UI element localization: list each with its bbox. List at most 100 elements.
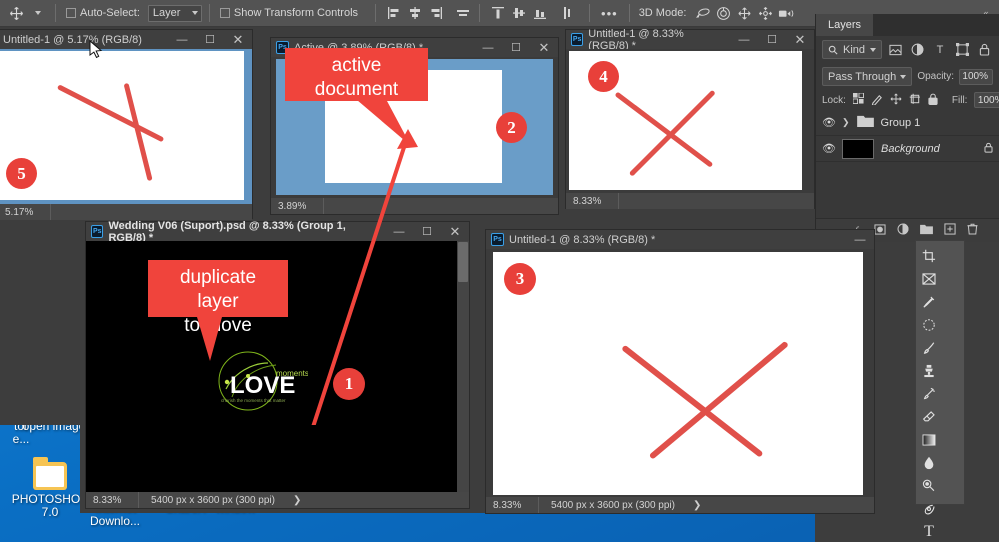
dodge-tool-icon[interactable] (917, 474, 941, 497)
crop-tool-icon[interactable] (917, 244, 941, 267)
align-bottom-edges-icon[interactable] (529, 3, 550, 24)
fill-input[interactable]: 100% (974, 92, 999, 108)
more-options-icon[interactable]: ••• (597, 6, 622, 21)
lock-all-icon[interactable] (928, 93, 938, 108)
roll-3d-icon[interactable] (713, 3, 734, 24)
lock-transparent-pixels-icon[interactable] (852, 92, 864, 107)
tool-preset-chevron-icon[interactable] (27, 3, 48, 24)
minimize-button[interactable]: — (730, 30, 758, 49)
annotation-stroke (621, 344, 764, 458)
document-window-untitled1-833-bottom[interactable]: Ps Untitled-1 @ 8.33% (RGB/8) * — 3 8.33… (485, 229, 875, 514)
layer-name: Background (881, 142, 940, 155)
align-top-edges-icon[interactable] (487, 3, 508, 24)
eyedropper-tool-icon[interactable] (917, 290, 941, 313)
blend-mode-value: Pass Through (828, 70, 897, 83)
minimize-button[interactable]: — (474, 38, 502, 57)
search-icon (828, 45, 838, 55)
distribute-vertically-icon[interactable] (556, 3, 577, 24)
close-button[interactable]: ✕ (786, 30, 814, 49)
clone-stamp-tool-icon[interactable] (917, 359, 941, 382)
window-title-bar[interactable]: Ps Wedding V06 (Suport).psd @ 8.33% (Gro… (86, 220, 469, 244)
auto-select-option[interactable]: Auto-Select: (63, 7, 143, 19)
lock-image-pixels-icon[interactable] (871, 93, 883, 108)
distribute-horizontally-icon[interactable] (452, 3, 473, 24)
pen-tool-icon[interactable] (917, 497, 941, 520)
layer-filter-kind-select[interactable]: Kind (822, 40, 883, 59)
pixel-filter-icon[interactable] (887, 40, 904, 59)
minimize-button[interactable]: — (168, 30, 196, 49)
close-button[interactable]: ✕ (530, 38, 558, 57)
eraser-tool-icon[interactable] (917, 405, 941, 428)
align-left-edges-icon[interactable] (383, 3, 404, 24)
zoom-3d-camera-icon[interactable] (776, 3, 797, 24)
align-horizontal-centers-icon[interactable] (404, 3, 425, 24)
blur-tool-icon[interactable] (917, 451, 941, 474)
auto-select-checkbox[interactable] (66, 8, 76, 18)
canvas-page[interactable] (0, 51, 244, 200)
window-title-bar[interactable]: Untitled-1 @ 5.17% (RGB/8) — ☐ ✕ (0, 30, 252, 49)
close-button[interactable]: ✕ (441, 222, 469, 241)
type-tool-icon[interactable]: T (917, 520, 941, 542)
canvas-area[interactable]: 4 (566, 49, 814, 193)
history-brush-tool-icon[interactable] (917, 382, 941, 405)
close-button[interactable]: ✕ (224, 30, 252, 49)
blend-mode-select[interactable]: Pass Through (822, 67, 913, 86)
eye-icon[interactable]: 👁 (822, 116, 836, 129)
minimize-button[interactable]: — (846, 230, 874, 249)
gradient-tool-icon[interactable] (917, 428, 941, 451)
type-filter-icon[interactable]: T (931, 40, 948, 59)
annotation-stroke (648, 340, 789, 460)
adjustment-filter-icon[interactable] (909, 40, 926, 59)
shape-filter-icon[interactable] (954, 40, 971, 59)
document-window-untitled1-833-top[interactable]: Ps Untitled-1 @ 8.33% (RGB/8) * — ☐ ✕ 4 … (565, 28, 815, 209)
status-bar: 8.33% 5400 px x 3600 px (300 ppi) ❯ (486, 497, 874, 513)
chevron-right-icon[interactable]: ❯ (842, 117, 850, 128)
tab-layers[interactable]: Layers (816, 14, 875, 36)
delete-layer-icon[interactable] (967, 223, 978, 238)
orbit-3d-icon[interactable] (692, 3, 713, 24)
slide-3d-icon[interactable] (755, 3, 776, 24)
move-tool-icon[interactable] (6, 3, 27, 24)
show-transform-controls-option[interactable]: Show Transform Controls (217, 7, 361, 19)
lock-icon[interactable] (984, 142, 993, 156)
canvas-area[interactable]: 3 (486, 249, 874, 497)
auto-select-scope-select[interactable]: Layer (147, 4, 202, 22)
canvas-area[interactable]: 5 (0, 49, 252, 204)
auto-select-scope-value: Layer (152, 7, 181, 19)
minimize-button[interactable]: — (385, 222, 413, 241)
pan-3d-icon[interactable] (734, 3, 755, 24)
mouse-cursor (89, 39, 103, 59)
canvas-page[interactable] (493, 252, 863, 495)
restore-button[interactable]: ☐ (502, 38, 530, 57)
new-adjustment-layer-icon[interactable] (897, 223, 909, 238)
patch-tool-icon[interactable] (917, 313, 941, 336)
vertical-scrollbar[interactable] (457, 241, 469, 492)
opacity-input[interactable]: 100% (959, 68, 993, 85)
blend-opacity-row: Pass Through Opacity: 100% (816, 63, 999, 90)
status-expand-icon[interactable]: ❯ (275, 495, 301, 506)
brush-tool-icon[interactable] (917, 336, 941, 359)
new-group-icon[interactable] (919, 224, 933, 238)
add-layer-mask-icon[interactable] (874, 223, 886, 238)
lock-artboard-icon[interactable] (909, 93, 921, 108)
align-right-edges-icon[interactable] (425, 3, 446, 24)
layer-row-background[interactable]: 👁 Background (816, 136, 999, 162)
new-layer-icon[interactable] (944, 223, 956, 238)
slice-tool-icon[interactable] (917, 267, 941, 290)
layer-row-group-1[interactable]: 👁 ❯ Group 1 (816, 110, 999, 136)
restore-button[interactable]: ☐ (413, 222, 441, 241)
show-transform-checkbox[interactable] (219, 8, 230, 18)
status-bar: 5.17% (0, 204, 252, 220)
document-size: 5400 px x 3600 px (300 ppi) (551, 499, 675, 511)
smart-object-filter-icon[interactable] (976, 40, 993, 59)
restore-button[interactable]: ☐ (758, 30, 786, 49)
eye-icon[interactable]: 👁 (822, 142, 836, 155)
status-expand-icon[interactable]: ❯ (675, 500, 701, 511)
lock-position-icon[interactable] (890, 93, 902, 108)
window-title-bar[interactable]: Ps Untitled-1 @ 8.33% (RGB/8) * — ☐ ✕ (566, 28, 814, 52)
document-window-untitled1-517[interactable]: Untitled-1 @ 5.17% (RGB/8) — ☐ ✕ 5 5.17% (0, 29, 253, 220)
scrollbar-thumb[interactable] (458, 242, 468, 282)
window-title-bar[interactable]: Ps Untitled-1 @ 8.33% (RGB/8) * — (486, 230, 874, 249)
restore-button[interactable]: ☐ (196, 30, 224, 49)
align-vertical-centers-icon[interactable] (508, 3, 529, 24)
